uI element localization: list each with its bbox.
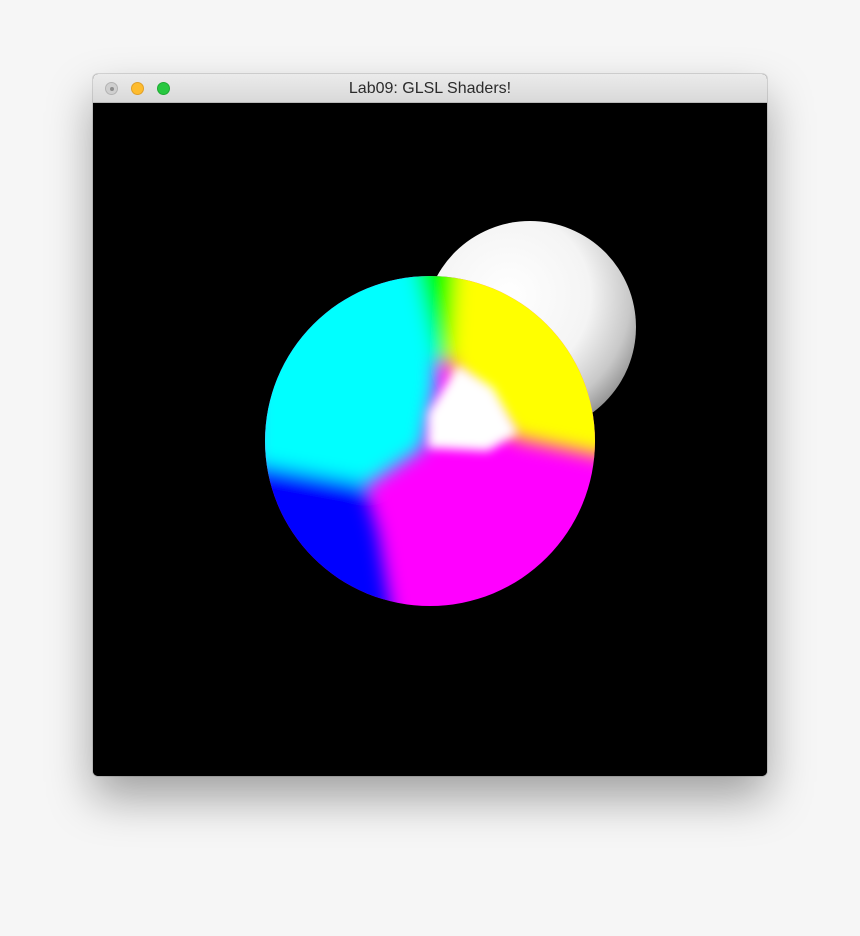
gl-canvas[interactable] — [93, 103, 767, 776]
app-window: Lab09: GLSL Shaders! — [93, 74, 767, 776]
window-title: Lab09: GLSL Shaders! — [348, 80, 512, 97]
title-bar[interactable]: Lab09: GLSL Shaders! — [93, 74, 767, 103]
render-scene — [265, 221, 636, 606]
